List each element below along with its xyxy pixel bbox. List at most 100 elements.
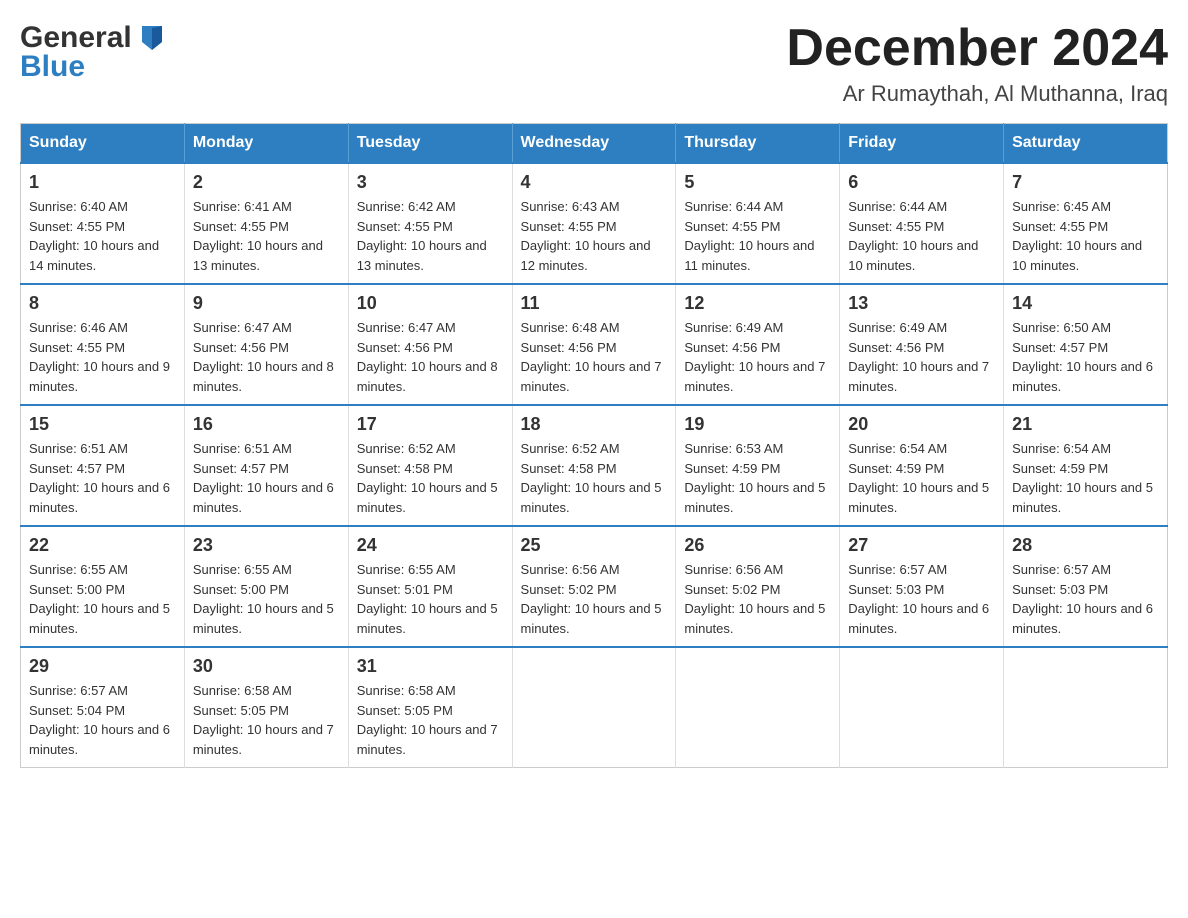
calendar-week-row: 8 Sunrise: 6:46 AM Sunset: 4:55 PM Dayli… (21, 284, 1168, 405)
sunrise-label: Sunrise: 6:47 AM (357, 320, 456, 335)
day-number: 23 (193, 535, 340, 556)
day-number: 26 (684, 535, 831, 556)
sunrise-label: Sunrise: 6:54 AM (1012, 441, 1111, 456)
daylight-label: Daylight: 10 hours and 5 minutes. (29, 601, 170, 636)
day-number: 31 (357, 656, 504, 677)
sunset-label: Sunset: 5:01 PM (357, 582, 453, 597)
day-info: Sunrise: 6:53 AM Sunset: 4:59 PM Dayligh… (684, 439, 831, 517)
sunrise-label: Sunrise: 6:56 AM (521, 562, 620, 577)
sunset-label: Sunset: 5:05 PM (193, 703, 289, 718)
sunset-label: Sunset: 5:04 PM (29, 703, 125, 718)
calendar-cell: 22 Sunrise: 6:55 AM Sunset: 5:00 PM Dayl… (21, 526, 185, 647)
daylight-label: Daylight: 10 hours and 14 minutes. (29, 238, 159, 273)
sunset-label: Sunset: 5:05 PM (357, 703, 453, 718)
day-info: Sunrise: 6:50 AM Sunset: 4:57 PM Dayligh… (1012, 318, 1159, 396)
sunset-label: Sunset: 4:57 PM (1012, 340, 1108, 355)
day-info: Sunrise: 6:49 AM Sunset: 4:56 PM Dayligh… (684, 318, 831, 396)
calendar-week-row: 29 Sunrise: 6:57 AM Sunset: 5:04 PM Dayl… (21, 647, 1168, 768)
calendar-cell: 27 Sunrise: 6:57 AM Sunset: 5:03 PM Dayl… (840, 526, 1004, 647)
calendar-cell: 30 Sunrise: 6:58 AM Sunset: 5:05 PM Dayl… (184, 647, 348, 768)
calendar-cell: 9 Sunrise: 6:47 AM Sunset: 4:56 PM Dayli… (184, 284, 348, 405)
sunrise-label: Sunrise: 6:50 AM (1012, 320, 1111, 335)
calendar-cell: 7 Sunrise: 6:45 AM Sunset: 4:55 PM Dayli… (1004, 163, 1168, 284)
sunset-label: Sunset: 4:57 PM (193, 461, 289, 476)
sunset-label: Sunset: 5:03 PM (848, 582, 944, 597)
day-info: Sunrise: 6:56 AM Sunset: 5:02 PM Dayligh… (684, 560, 831, 638)
day-info: Sunrise: 6:56 AM Sunset: 5:02 PM Dayligh… (521, 560, 668, 638)
sunrise-label: Sunrise: 6:57 AM (29, 683, 128, 698)
daylight-label: Daylight: 10 hours and 5 minutes. (1012, 480, 1153, 515)
sunrise-label: Sunrise: 6:41 AM (193, 199, 292, 214)
calendar-week-row: 22 Sunrise: 6:55 AM Sunset: 5:00 PM Dayl… (21, 526, 1168, 647)
daylight-label: Daylight: 10 hours and 9 minutes. (29, 359, 170, 394)
calendar-cell: 28 Sunrise: 6:57 AM Sunset: 5:03 PM Dayl… (1004, 526, 1168, 647)
sunset-label: Sunset: 4:58 PM (521, 461, 617, 476)
day-number: 8 (29, 293, 176, 314)
sunset-label: Sunset: 4:56 PM (521, 340, 617, 355)
day-info: Sunrise: 6:57 AM Sunset: 5:04 PM Dayligh… (29, 681, 176, 759)
sunset-label: Sunset: 4:59 PM (1012, 461, 1108, 476)
sunrise-label: Sunrise: 6:43 AM (521, 199, 620, 214)
sunset-label: Sunset: 4:59 PM (684, 461, 780, 476)
day-info: Sunrise: 6:44 AM Sunset: 4:55 PM Dayligh… (848, 197, 995, 275)
day-number: 19 (684, 414, 831, 435)
day-number: 25 (521, 535, 668, 556)
calendar-cell: 12 Sunrise: 6:49 AM Sunset: 4:56 PM Dayl… (676, 284, 840, 405)
day-number: 24 (357, 535, 504, 556)
daylight-label: Daylight: 10 hours and 7 minutes. (848, 359, 989, 394)
sunrise-label: Sunrise: 6:54 AM (848, 441, 947, 456)
day-number: 22 (29, 535, 176, 556)
sunrise-label: Sunrise: 6:55 AM (29, 562, 128, 577)
day-info: Sunrise: 6:52 AM Sunset: 4:58 PM Dayligh… (521, 439, 668, 517)
sunset-label: Sunset: 5:00 PM (193, 582, 289, 597)
day-number: 7 (1012, 172, 1159, 193)
day-info: Sunrise: 6:49 AM Sunset: 4:56 PM Dayligh… (848, 318, 995, 396)
daylight-label: Daylight: 10 hours and 10 minutes. (848, 238, 978, 273)
sunrise-label: Sunrise: 6:49 AM (848, 320, 947, 335)
daylight-label: Daylight: 10 hours and 13 minutes. (357, 238, 487, 273)
calendar-cell (1004, 647, 1168, 768)
daylight-label: Daylight: 10 hours and 7 minutes. (684, 359, 825, 394)
day-info: Sunrise: 6:44 AM Sunset: 4:55 PM Dayligh… (684, 197, 831, 275)
sunrise-label: Sunrise: 6:55 AM (357, 562, 456, 577)
sunrise-label: Sunrise: 6:57 AM (1012, 562, 1111, 577)
calendar-cell: 25 Sunrise: 6:56 AM Sunset: 5:02 PM Dayl… (512, 526, 676, 647)
daylight-label: Daylight: 10 hours and 13 minutes. (193, 238, 323, 273)
sunset-label: Sunset: 4:55 PM (357, 219, 453, 234)
logo: General Blue (20, 20, 170, 82)
sunset-label: Sunset: 4:55 PM (684, 219, 780, 234)
sunrise-label: Sunrise: 6:51 AM (193, 441, 292, 456)
daylight-label: Daylight: 10 hours and 6 minutes. (193, 480, 334, 515)
sunset-label: Sunset: 4:56 PM (193, 340, 289, 355)
day-info: Sunrise: 6:51 AM Sunset: 4:57 PM Dayligh… (193, 439, 340, 517)
sunset-label: Sunset: 4:55 PM (1012, 219, 1108, 234)
day-info: Sunrise: 6:55 AM Sunset: 5:00 PM Dayligh… (193, 560, 340, 638)
daylight-label: Daylight: 10 hours and 11 minutes. (684, 238, 814, 273)
day-info: Sunrise: 6:47 AM Sunset: 4:56 PM Dayligh… (193, 318, 340, 396)
sunset-label: Sunset: 4:58 PM (357, 461, 453, 476)
sunset-label: Sunset: 5:02 PM (521, 582, 617, 597)
calendar-cell: 21 Sunrise: 6:54 AM Sunset: 4:59 PM Dayl… (1004, 405, 1168, 526)
day-number: 2 (193, 172, 340, 193)
day-number: 13 (848, 293, 995, 314)
daylight-label: Daylight: 10 hours and 8 minutes. (357, 359, 498, 394)
day-info: Sunrise: 6:41 AM Sunset: 4:55 PM Dayligh… (193, 197, 340, 275)
calendar-cell: 24 Sunrise: 6:55 AM Sunset: 5:01 PM Dayl… (348, 526, 512, 647)
daylight-label: Daylight: 10 hours and 6 minutes. (1012, 601, 1153, 636)
day-number: 9 (193, 293, 340, 314)
calendar-cell: 29 Sunrise: 6:57 AM Sunset: 5:04 PM Dayl… (21, 647, 185, 768)
sunrise-label: Sunrise: 6:52 AM (357, 441, 456, 456)
sunrise-label: Sunrise: 6:55 AM (193, 562, 292, 577)
calendar-week-row: 15 Sunrise: 6:51 AM Sunset: 4:57 PM Dayl… (21, 405, 1168, 526)
sunrise-label: Sunrise: 6:44 AM (848, 199, 947, 214)
page-title: December 2024 (786, 20, 1168, 77)
day-info: Sunrise: 6:58 AM Sunset: 5:05 PM Dayligh… (357, 681, 504, 759)
calendar-cell (512, 647, 676, 768)
sunset-label: Sunset: 4:57 PM (29, 461, 125, 476)
sunrise-label: Sunrise: 6:57 AM (848, 562, 947, 577)
day-info: Sunrise: 6:58 AM Sunset: 5:05 PM Dayligh… (193, 681, 340, 759)
sunset-label: Sunset: 4:56 PM (357, 340, 453, 355)
calendar-cell: 2 Sunrise: 6:41 AM Sunset: 4:55 PM Dayli… (184, 163, 348, 284)
day-number: 28 (1012, 535, 1159, 556)
day-header-tuesday: Tuesday (348, 124, 512, 164)
